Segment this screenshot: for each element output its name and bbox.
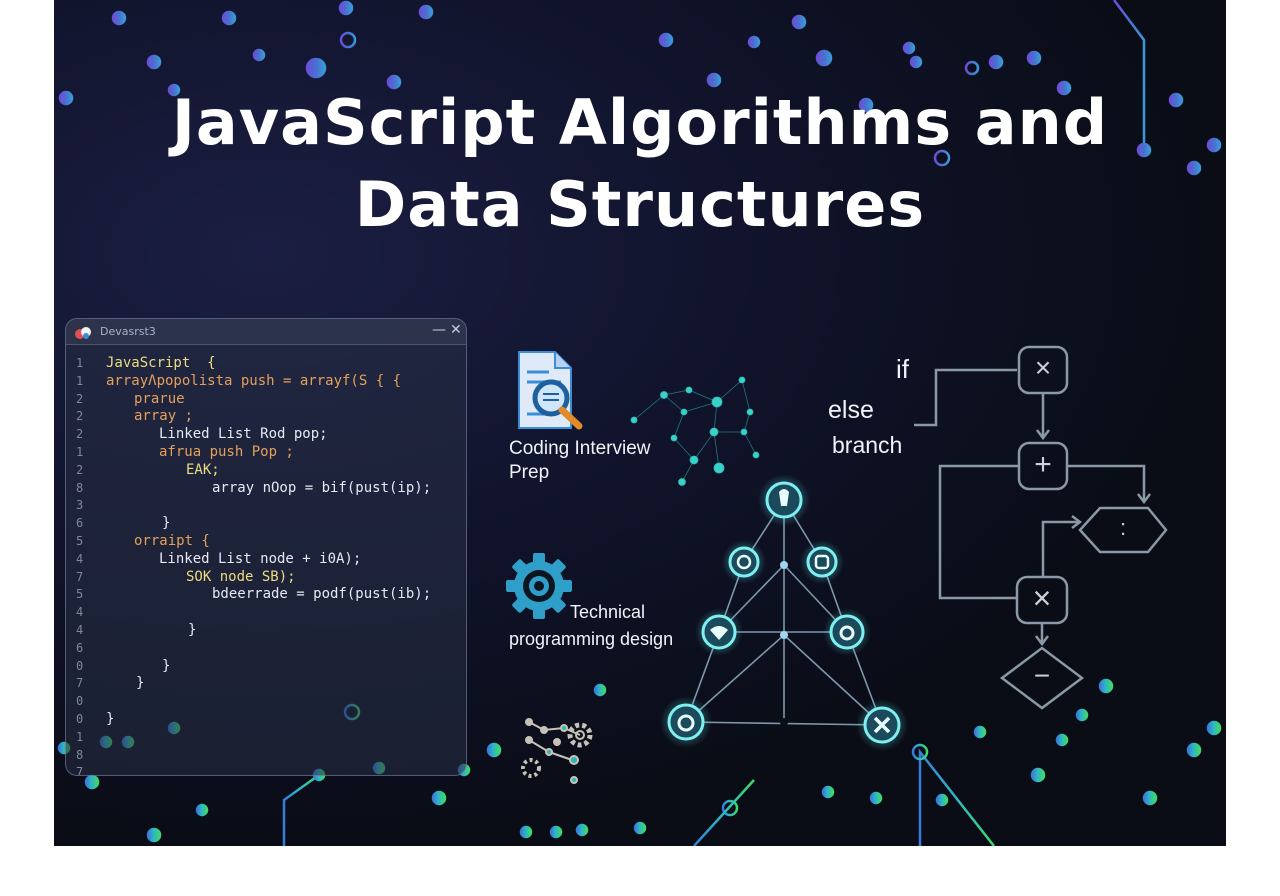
code-line: 4}	[66, 622, 466, 640]
line-number: 0	[76, 658, 84, 673]
tree-node-left-2	[695, 608, 743, 656]
else-label: else	[828, 396, 874, 424]
code-line: 5 bdeerrade = podf(pust(ib);	[66, 586, 466, 604]
tree-node-right-1	[800, 540, 844, 584]
flowchart-node-plus: +	[1034, 448, 1052, 481]
editor-titlebar: Devasrst3 — ✕	[66, 319, 466, 345]
line-number: 4	[76, 605, 84, 620]
code-text: }	[188, 622, 197, 638]
line-number: 2	[76, 409, 84, 424]
code-line: 7}	[66, 675, 466, 693]
code-line: 8 array nOop = bif(pust(ip);	[66, 480, 466, 498]
line-number: 6	[76, 640, 84, 655]
code-text: Linked List node + i0A);	[159, 550, 362, 567]
code-text: bdeerrade = podf(pust(ib);	[212, 586, 432, 603]
code-text: array nOop = bif(pust(ip);	[212, 479, 432, 496]
code-text: SOK node SB);	[186, 568, 296, 585]
close-button[interactable]: ✕	[450, 322, 462, 338]
tree-node-right-2	[823, 608, 871, 656]
tree-node-left-1	[722, 540, 766, 584]
line-number: 1	[76, 729, 84, 744]
line-number: 5	[76, 534, 84, 548]
line-number: 7	[76, 569, 84, 584]
code-text: }	[106, 711, 115, 727]
line-number: 3	[76, 498, 84, 513]
code-line: 1 arrayΛpopolista push = arrayf(S { {	[66, 373, 466, 391]
line-number: 1	[76, 445, 84, 459]
code-line: 1	[66, 729, 466, 747]
line-number: 2	[76, 427, 84, 442]
line-number: 2	[76, 462, 84, 477]
if-label: if	[896, 354, 909, 384]
code-line: 5 orraipt {	[66, 533, 466, 551]
code-line: 2 array ;	[66, 408, 466, 426]
tree-node-right-3	[856, 699, 908, 751]
code-line: 0	[66, 693, 466, 711]
minimize-button[interactable]: —	[432, 322, 446, 338]
tree-node-root	[758, 474, 810, 526]
line-number: 1	[76, 373, 84, 388]
tree-diagram-icon	[660, 474, 908, 751]
coding-interview-label-line-2: Prep	[509, 462, 550, 483]
branch-label: branch	[832, 432, 903, 458]
technical-label-line-1: Technical	[570, 602, 646, 622]
code-text: prarue	[134, 390, 185, 407]
tree-node-left-3	[660, 696, 712, 748]
code-line: 7	[66, 764, 466, 776]
page-title-line-1: JavaScript Algorithms and	[171, 86, 1109, 159]
code-text: Linked List Rod pop;	[159, 426, 328, 443]
line-number: 8	[76, 747, 84, 762]
line-number: 0	[76, 712, 84, 726]
code-line: 1 afrua push Pop ;	[66, 444, 466, 462]
line-number: 7	[76, 676, 84, 691]
code-line: 8	[66, 747, 466, 765]
code-text: EAK;	[186, 461, 220, 478]
poster-banner: JavaScript Algorithms and Data Structure…	[54, 0, 1226, 846]
line-number: 8	[76, 480, 84, 495]
code-text: }	[162, 657, 171, 674]
code-line: 2 Linked List Rod pop;	[66, 426, 466, 444]
code-line: 0}	[66, 658, 466, 676]
coding-interview-label: Coding Interview Prep	[509, 437, 651, 485]
line-number: 4	[76, 623, 84, 637]
coding-interview-label-line-1: Coding Interview	[509, 438, 651, 459]
code-text: array ;	[134, 408, 194, 425]
gear-icon	[506, 553, 572, 619]
code-text: }	[162, 515, 171, 532]
code-line: 7 SOK node SB);	[66, 569, 466, 587]
line-number: 6	[76, 516, 84, 531]
line-number: 5	[76, 587, 84, 602]
code-text: afrua push Pop ;	[159, 444, 294, 460]
code-text: }	[136, 675, 145, 692]
line-number: 7	[76, 765, 84, 776]
page-title-line-2: Data Structures	[354, 168, 926, 241]
code-line: 6}	[66, 515, 466, 533]
code-line: 6	[66, 640, 466, 658]
line-number: 0	[76, 694, 84, 709]
code-line: 0}	[66, 711, 466, 729]
flowchart-node-minus: −	[1033, 660, 1051, 691]
code-line: 2 EAK;	[66, 462, 466, 480]
code-text: arrayΛpopolista push = arrayf(S { {	[106, 372, 402, 389]
editor-window-title: Devasrst3	[100, 325, 156, 338]
line-number: 1	[76, 356, 84, 370]
code-text: JavaScript {	[106, 355, 216, 371]
small-gears-icon	[521, 718, 593, 784]
code-line: 3	[66, 497, 466, 515]
line-number: 2	[76, 391, 84, 406]
code-line: 2 prarue	[66, 391, 466, 409]
app-logo-icon	[75, 327, 91, 339]
flowchart-node-cross: ×	[1032, 580, 1052, 616]
document-search-icon	[518, 351, 583, 430]
code-editor-window: Devasrst3 — ✕ 1 JavaScript { 1 arrayΛpopoli…	[65, 318, 467, 776]
code-line: 4	[66, 604, 466, 622]
code-line: 1 JavaScript {	[66, 355, 466, 373]
flowchart-node-multiply: ×	[1034, 352, 1052, 383]
flowchart-node-decision: :	[1119, 515, 1127, 540]
code-text: orraipt {	[134, 533, 210, 549]
technical-label-line-2: programming design	[509, 629, 674, 649]
line-number: 4	[76, 551, 84, 566]
code-line: 4 Linked List node + i0A);	[66, 551, 466, 569]
